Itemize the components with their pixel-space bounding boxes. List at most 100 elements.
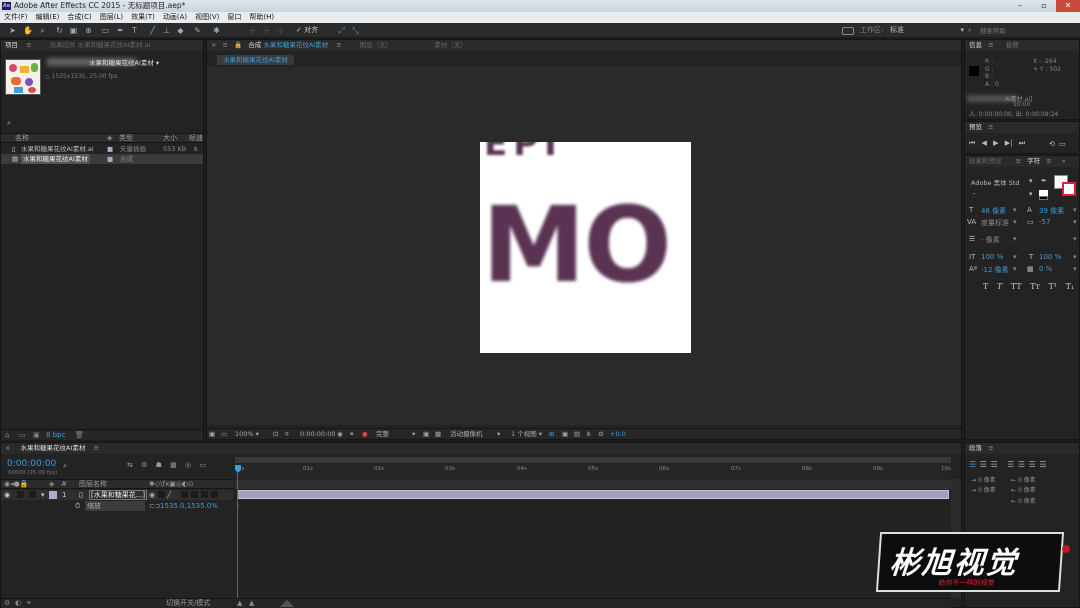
stroke-width-value[interactable]: - 像素 [981, 235, 1000, 245]
zoom-tool-icon[interactable]: ⌕ [38, 26, 47, 35]
monitor-icon[interactable]: ▭ [221, 429, 227, 439]
selection-tool-icon[interactable]: ➤ [8, 26, 17, 35]
brush-tool-icon[interactable]: ╱ [148, 26, 157, 35]
snapping-checkbox[interactable]: ✓ 对齐 [296, 26, 318, 35]
first-line-value[interactable]: 0 像素 [1018, 487, 1036, 494]
space-before-value[interactable]: 0 像素 [978, 487, 996, 494]
menu-file[interactable]: 文件(F) [0, 12, 32, 23]
toggle-in-out-icon[interactable]: ⚭ [26, 599, 32, 608]
timeline-search-icon[interactable]: ⌕ [63, 462, 67, 471]
tab-effects-presets[interactable]: 效果和预设 [969, 157, 1002, 165]
space-after-value[interactable]: 0 像素 [1018, 498, 1036, 505]
type-tool-icon[interactable]: T [130, 26, 139, 35]
indent-right-value[interactable]: 0 像素 [1018, 477, 1036, 484]
chevron-down-icon[interactable]: ▾ [1013, 265, 1017, 273]
reset-exposure-icon[interactable]: ⚙ [598, 429, 604, 439]
time-ruler[interactable]: 0s 01s 02s 03s 04s 05s 06s 07s 08s 09s 1… [235, 465, 951, 479]
tab-audio[interactable]: 音频 [1006, 41, 1019, 49]
preview-item-name[interactable]: 水果和糖果花纹AI素材 ▾ [89, 57, 159, 67]
panel-menu-icon[interactable]: ≡ [1046, 157, 1051, 165]
panel-menu-icon[interactable]: ≡ [26, 41, 31, 49]
tab-project[interactable]: 项目 [5, 41, 18, 49]
toggle-modes-icon[interactable]: ◐ [15, 599, 21, 608]
baseline-shift-value[interactable]: -12 像素 [981, 265, 1009, 275]
flowchart-icon[interactable]: ⋔ [586, 429, 591, 439]
zoom-dropdown[interactable]: 100% ▾ [235, 429, 259, 439]
tab-preview[interactable]: 预览 [969, 123, 982, 131]
tsume-value[interactable]: 0 % [1039, 265, 1052, 273]
align-center-icon[interactable]: ☰ [980, 460, 987, 469]
close-window-button[interactable]: ✕ [1056, 0, 1080, 12]
zoom-in-icon[interactable]: ▲ [249, 599, 254, 608]
quality-switch-icon[interactable]: ╱ [167, 490, 171, 500]
draft-3d-icon[interactable]: ⚙ [141, 461, 147, 469]
composition-name[interactable]: 水果和糖果花纹AI素材 [263, 41, 328, 49]
panel-menu-icon[interactable]: ≡ [223, 41, 228, 49]
faux-bold-button[interactable]: T [983, 282, 988, 291]
frame-blending-icon[interactable]: ▦ [170, 461, 177, 469]
next-frame-icon[interactable]: ▶| [1005, 139, 1013, 147]
rectangle-tool-icon[interactable]: ▭ [101, 26, 110, 35]
link-icon[interactable]: ⊂⊃ [149, 501, 161, 511]
font-size-value[interactable]: 46 像素 [981, 206, 1006, 216]
kerning-value[interactable]: 度量标准 [981, 218, 1009, 228]
justify-right-icon[interactable]: ☰ [1029, 460, 1036, 469]
col-type[interactable]: 类型 [119, 134, 133, 143]
align-left-icon[interactable]: ☰ [969, 460, 976, 469]
horizontal-scale-value[interactable]: 100 % [1039, 253, 1061, 261]
tab-footage[interactable]: 素材（无） [434, 41, 467, 49]
menu-composition[interactable]: 合成(C) [63, 12, 95, 23]
toggle-switches-icon[interactable]: ⚙ [4, 599, 10, 608]
chevron-down-icon[interactable]: ▾ [1073, 235, 1077, 243]
timeline-timecode[interactable]: 0:00:00:00 [7, 459, 56, 469]
menu-animation[interactable]: 动画(A) [159, 12, 191, 23]
camera-tool-icon[interactable]: ▣ [69, 26, 78, 35]
work-area-bar[interactable] [235, 457, 951, 463]
eraser-tool-icon[interactable]: ◆ [176, 26, 185, 35]
scale-property-value[interactable]: 1535.0,1535.0% [160, 501, 218, 511]
project-search-icon[interactable]: ⌕ [7, 119, 11, 128]
panel-menu-icon[interactable]: ≡ [988, 123, 993, 131]
new-composition-icon[interactable]: ▣ [33, 430, 40, 440]
layer-row[interactable]: ◉ ▾ 1 ▯ [水果和糖果花...] ◉ ╱ [1, 490, 233, 500]
mute-icon[interactable]: ▭ [1059, 140, 1066, 148]
menu-view[interactable]: 视图(V) [191, 12, 223, 23]
layer-duration-bar[interactable] [237, 490, 949, 499]
lock-icon[interactable]: 🔒 [234, 41, 242, 49]
chevron-down-icon[interactable]: ▾ [412, 429, 415, 439]
graph-editor-icon[interactable]: ▭ [199, 461, 206, 469]
motion-blur-icon[interactable]: ◎ [185, 461, 191, 469]
tab-character[interactable]: 字符 [1027, 157, 1040, 165]
puppet-pin-tool-icon[interactable]: ✱ [212, 26, 221, 35]
local-axis-icon[interactable]: ⊹ [248, 26, 257, 35]
always-preview-icon[interactable]: ▣ [209, 429, 215, 439]
chevron-down-icon[interactable]: ▾ [1029, 177, 1033, 185]
new-folder-icon[interactable]: ▭ [19, 430, 26, 440]
indent-left-value[interactable]: 0 像素 [978, 477, 996, 484]
superscript-button[interactable]: T¹ [1048, 282, 1057, 291]
close-tab-icon[interactable]: × [5, 444, 10, 452]
first-frame-icon[interactable]: ⏮ [969, 139, 975, 147]
col-fps[interactable]: 帧速 [189, 134, 203, 143]
layer-name-header[interactable]: 图层名称 [79, 480, 107, 489]
col-name[interactable]: 名称 [15, 134, 29, 143]
panel-menu-icon[interactable]: ≡ [988, 444, 993, 452]
minimize-button[interactable]: – [1008, 0, 1032, 12]
panel-menu-icon[interactable]: ≡ [336, 41, 341, 49]
composition-navigator-tab[interactable]: 水果和糖果花纹AI素材 [217, 55, 294, 65]
tab-composition[interactable]: 合成 [248, 41, 261, 49]
menu-edit[interactable]: 编辑(E) [32, 12, 64, 23]
tab-effect-controls[interactable]: 效果控件 水果和糖果花纹AI素材.ai [50, 41, 151, 49]
menu-effect[interactable]: 效果(T) [127, 12, 159, 23]
safe-margins-icon[interactable]: ⊡ [273, 429, 278, 439]
toggle-pixel-aspect-icon[interactable]: ⊞ [549, 429, 554, 439]
region-of-interest-icon[interactable]: ▣ [423, 429, 429, 439]
chevron-down-icon[interactable]: ▾ [1073, 253, 1077, 261]
last-frame-icon[interactable]: ⏭ [1019, 139, 1025, 147]
black-swatch[interactable] [1039, 196, 1048, 200]
show-snapshot-icon[interactable]: ⚭ [349, 429, 354, 439]
chevron-down-icon[interactable]: ▾ [1073, 206, 1077, 214]
menu-help[interactable]: 帮助(H) [245, 12, 278, 23]
roto-brush-tool-icon[interactable]: ✎ [193, 26, 202, 35]
chevron-down-icon[interactable]: ▾ [1073, 218, 1077, 226]
